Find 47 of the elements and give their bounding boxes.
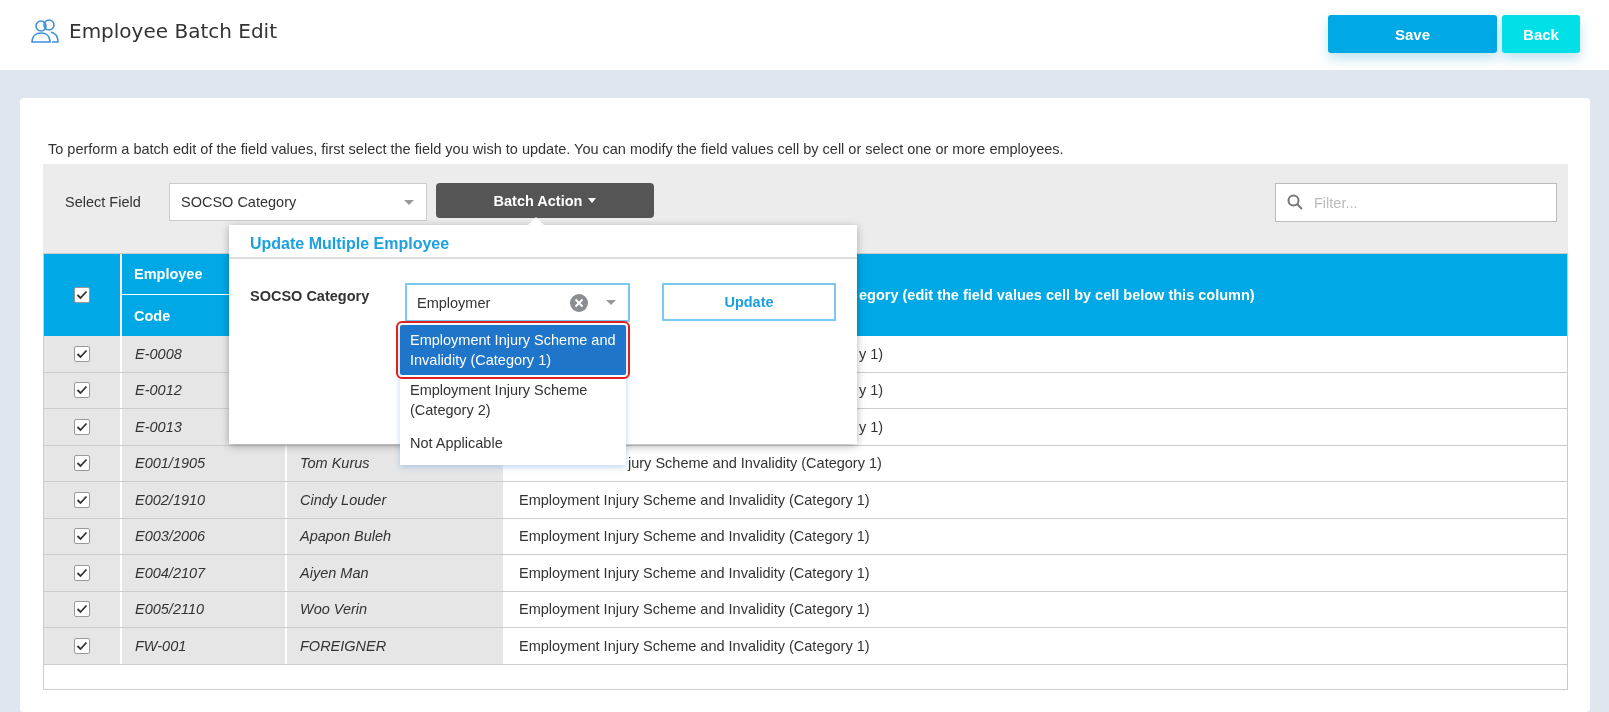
code-cell: E-0013 <box>135 418 182 435</box>
value-cell[interactable]: Employment Injury Scheme and Invalidity (Category 1) <box>519 601 870 618</box>
value-cell[interactable]: Employment Injury Scheme and Invalidity (Category 1) <box>519 491 870 508</box>
checkbox[interactable] <box>74 564 90 581</box>
code-cell: E-0012 <box>135 382 182 399</box>
checkbox[interactable] <box>74 455 90 472</box>
popup-title: Update Multiple Employee <box>229 225 857 259</box>
search-icon <box>1287 194 1303 210</box>
people-icon <box>30 18 60 44</box>
code-cell: E003/2006 <box>135 528 206 545</box>
batch-action-button[interactable]: Batch Action <box>436 183 654 218</box>
checkbox[interactable] <box>74 528 90 545</box>
name-cell: Woo Verin <box>300 601 368 618</box>
code-cell: E001/1905 <box>135 455 206 472</box>
instructions-text: To perform a batch edit of the field values, first select the field you wish to update. You can modify the field values cell by cell or select one or more employees. <box>48 141 1065 157</box>
value-cell[interactable]: y 1) <box>859 382 884 399</box>
checkbox[interactable] <box>74 601 90 618</box>
name-cell: Cindy Louder <box>300 491 387 508</box>
name-cell: Apapon Buleh <box>300 528 392 545</box>
dropdown-option[interactable]: Employment Injury Scheme (Category 2) <box>400 375 626 425</box>
value-cell[interactable]: y 1) <box>859 418 884 435</box>
checkbox[interactable] <box>74 345 90 362</box>
code-cell: E002/1910 <box>135 491 206 508</box>
value-cell[interactable]: y 1) <box>859 345 884 362</box>
value-cell[interactable]: Employment Injury Scheme and Invalidity (Category 1) <box>519 637 870 654</box>
value-cell[interactable]: Employment Injury Scheme and Invalidity (Category 1) <box>519 564 870 581</box>
field-label: Select Field <box>65 194 142 210</box>
checkbox[interactable] <box>74 491 90 508</box>
page-title: Employee Batch Edit <box>69 19 277 43</box>
checkbox[interactable] <box>74 418 90 435</box>
dropdown-option[interactable]: Not Applicable <box>400 425 626 463</box>
code-cell: E005/2110 <box>135 601 205 618</box>
code-cell: E-0008 <box>135 345 182 362</box>
value-cell[interactable]: Employment Injury Scheme and Invalidity (Category 1) <box>519 528 870 545</box>
code-cell: FW-001 <box>135 637 187 654</box>
name-cell: FOREIGNER <box>300 637 387 654</box>
checkbox[interactable] <box>74 637 90 654</box>
name-cell: Tom Kurus <box>300 455 370 472</box>
field-select[interactable]: SOCSO Category <box>169 183 427 221</box>
column-header: egory (edit the field values cell by cell below this column) <box>859 287 1255 303</box>
value-cell[interactable]: jury Scheme and Invalidity (Category 1) <box>628 455 882 472</box>
clear-icon[interactable] <box>570 293 588 312</box>
checkbox[interactable] <box>74 382 90 399</box>
name-cell: Aiyen Man <box>300 564 369 581</box>
filter-field[interactable]: Filter... <box>1275 183 1557 222</box>
code-cell: E004/2107 <box>135 564 206 581</box>
checkbox[interactable] <box>74 287 90 303</box>
